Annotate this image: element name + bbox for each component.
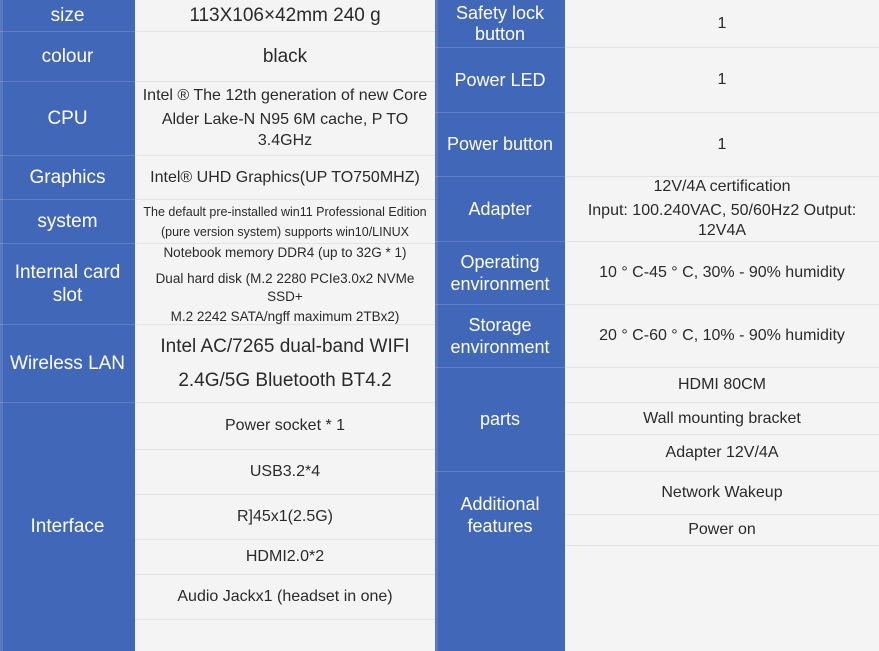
value-line: Notebook memory DDR4 (up to 32G * 1) [163, 244, 407, 260]
label-line: Operating [460, 252, 540, 273]
label-line: Safety lock [455, 2, 545, 23]
spec-value-graphics: Intel® UHD Graphics(UP TO750MHZ) [135, 156, 435, 200]
value-line: black [262, 45, 308, 67]
value-line: Wall mounting bracket [643, 409, 801, 427]
spec-value-additional-network-wakeup: Network Wakeup [565, 472, 879, 515]
spec-value-interface-rj45: R]45x1(2.5G) [135, 495, 435, 540]
value-line: Adapter 12V/4A [665, 444, 779, 462]
value-line: Power socket * 1 [224, 417, 346, 435]
left-spec-table: size colour CPU Graphics system Internal… [0, 0, 435, 651]
value-line: Audio Jackx1 (headset in one) [177, 588, 393, 606]
spec-value-parts-adapter: Adapter 12V/4A [565, 435, 879, 472]
value-line: Power on [688, 521, 756, 539]
value-line: 1 [717, 14, 727, 32]
value-line: Alder Lake-N N95 6M cache, P TO 3.4GHz [161, 111, 409, 149]
right-value-column: 1 1 1 12V/4A certification Input: 100.24… [565, 0, 879, 651]
value-line: R]45x1(2.5G) [236, 508, 334, 526]
spec-label-internal-card-slot: Internal card slot [0, 244, 135, 325]
value-line: HDMI 80CM [677, 376, 766, 394]
spec-value-storage-environment: 20 ° C-60 ° C, 10% - 90% humidity [565, 305, 879, 368]
spec-label-cpu: CPU [0, 82, 135, 156]
spec-value-colour: black [135, 32, 435, 82]
spec-label-power-button: Power button [435, 113, 565, 177]
spec-label-colour: colour [0, 32, 135, 82]
label-line: features [467, 515, 533, 536]
spec-value-operating-environment: 10 ° C-45 ° C, 30% - 90% humidity [565, 242, 879, 305]
spec-value-parts-hdmi-cable: HDMI 80CM [565, 368, 879, 403]
spec-value-additional-empty [565, 546, 879, 651]
right-label-column: Safety lock button Power LED Power butto… [435, 0, 565, 651]
spec-label-adapter: Adapter [435, 177, 565, 242]
value-line: M.2 2242 SATA/ngff maximum 2TBx2) [170, 308, 400, 324]
value-line: Intel ® The 12th generation of new Core [142, 87, 428, 105]
value-line: USB3.2*4 [249, 463, 321, 481]
spec-value-parts-wall-bracket: Wall mounting bracket [565, 403, 879, 435]
spec-value-adapter: 12V/4A certification Input: 100.240VAC, … [565, 177, 879, 242]
spec-value-interface-power-socket: Power socket * 1 [135, 403, 435, 450]
value-line: 1 [717, 135, 727, 153]
left-value-column: 113X106×42mm 240 g black Intel ® The 12t… [135, 0, 435, 651]
spec-value-power-button: 1 [565, 113, 879, 177]
label-line: environment [450, 273, 550, 294]
value-line: The default pre-installed win11 Professi… [143, 205, 427, 220]
label-line: Additional [460, 494, 540, 515]
spec-value-wireless-lan: Intel AC/7265 dual-band WIFI 2.4G/5G Blu… [135, 325, 435, 403]
right-spec-table: Safety lock button Power LED Power butto… [435, 0, 879, 651]
value-line: Network Wakeup [661, 484, 783, 502]
spec-value-internal-card-slot: Notebook memory DDR4 (up to 32G * 1) Dua… [135, 244, 435, 325]
spec-value-interface-audio-jack: Audio Jackx1 (headset in one) [135, 575, 435, 620]
value-line: 20 ° C-60 ° C, 10% - 90% humidity [599, 327, 845, 345]
value-line: (pure version system) supports win10/LIN… [160, 224, 409, 239]
spec-label-operating-environment: Operating environment [435, 242, 565, 305]
value-line: Intel® UHD Graphics(UP TO750MHZ) [150, 168, 420, 186]
spec-label-safety-lock-button: Safety lock button [435, 0, 565, 48]
spec-label-wireless-lan: Wireless LAN [0, 325, 135, 403]
value-line: Dual hard disk (M.2 2280 PCIe3.0x2 NVMe … [155, 271, 415, 304]
value-line: 1 [717, 71, 727, 89]
spec-label-parts: parts [435, 368, 565, 472]
value-line: 2.4G/5G Bluetooth BT4.2 [178, 369, 392, 391]
spec-label-storage-environment: Storage environment [435, 305, 565, 368]
spec-value-safety-lock-button: 1 [565, 0, 879, 48]
value-line: 12V/4A certification [653, 177, 791, 195]
label-line: Storage [468, 315, 532, 336]
label-line: Internal [14, 262, 79, 284]
left-label-column: size colour CPU Graphics system Internal… [0, 0, 135, 651]
value-line: 113X106×42mm 240 g [189, 4, 381, 26]
spec-label-size: size [0, 0, 135, 32]
value-line: Intel AC/7265 dual-band WIFI [160, 335, 410, 357]
value-line: HDMI2.0*2 [245, 548, 325, 566]
spec-label-additional-features: Additional features [435, 472, 565, 651]
spec-value-size: 113X106×42mm 240 g [135, 0, 435, 32]
spec-value-interface-hdmi: HDMI2.0*2 [135, 540, 435, 575]
spec-value-interface-empty [135, 620, 435, 651]
value-line: 10 ° C-45 ° C, 30% - 90% humidity [599, 264, 845, 282]
spec-label-power-led: Power LED [435, 48, 565, 113]
spec-value-power-led: 1 [565, 48, 879, 113]
label-line: button [474, 24, 526, 44]
value-line: Input: 100.240VAC, 50/60Hz2 Output: 12V4… [587, 201, 857, 240]
spec-value-cpu: Intel ® The 12th generation of new Core … [135, 82, 435, 156]
spec-label-graphics: Graphics [0, 156, 135, 200]
spec-value-additional-power-on: Power on [565, 515, 879, 546]
spec-label-interface: Interface [30, 515, 105, 537]
label-line: environment [450, 336, 550, 357]
spec-value-system: The default pre-installed win11 Professi… [135, 200, 435, 244]
spec-label-system: system [0, 200, 135, 244]
spec-value-interface-usb: USB3.2*4 [135, 450, 435, 495]
product-specification-sheet: size colour CPU Graphics system Internal… [0, 0, 879, 651]
